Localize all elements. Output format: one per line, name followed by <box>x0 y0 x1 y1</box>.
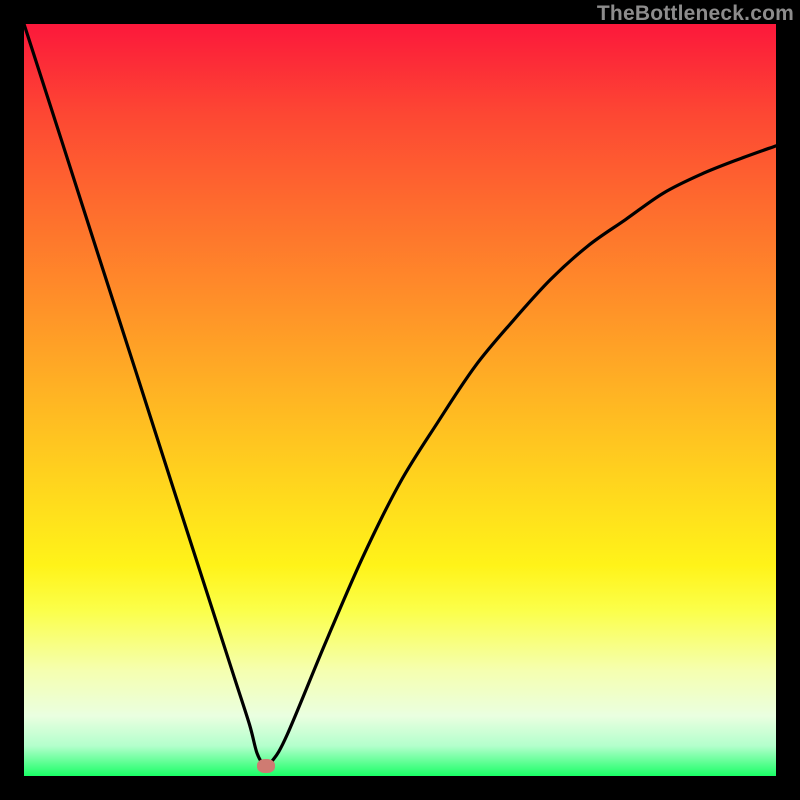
curve-layer <box>24 24 776 776</box>
optimal-point-marker <box>257 759 275 773</box>
bottleneck-curve <box>24 24 776 765</box>
chart-area <box>24 24 776 776</box>
watermark-text: TheBottleneck.com <box>597 2 794 26</box>
